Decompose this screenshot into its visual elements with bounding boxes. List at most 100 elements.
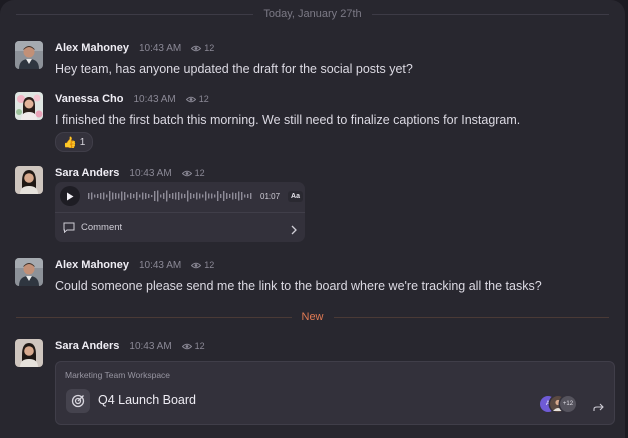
waveform-bar — [136, 192, 138, 200]
avatar[interactable] — [15, 339, 43, 367]
date-divider-label: Today, January 27th — [263, 8, 362, 20]
waveform-bar — [160, 194, 162, 198]
author-name[interactable]: Vanessa Cho — [55, 93, 123, 105]
avatar[interactable] — [15, 92, 43, 120]
play-button[interactable] — [60, 186, 80, 206]
message-text: Could someone please send me the link to… — [55, 279, 542, 293]
waveform-bar — [109, 191, 111, 201]
waveform-bar — [208, 193, 210, 199]
waveform-bar — [157, 190, 159, 202]
view-count: 12 — [181, 341, 205, 351]
waveform-bar — [196, 192, 198, 200]
chat-panel: Today, January 27th Alex Mahoney 10:43 A… — [0, 0, 625, 438]
more-participants-count: +12 — [560, 396, 576, 412]
timestamp: 10:43 AM — [129, 340, 172, 352]
waveform-bar — [172, 193, 174, 199]
view-count: 12 — [191, 260, 214, 270]
waveform-bar — [142, 192, 144, 200]
view-count: 12 — [185, 94, 209, 104]
waveform-bar — [94, 194, 96, 198]
waveform-bar — [190, 193, 192, 199]
author-name[interactable]: Alex Mahoney — [55, 42, 129, 54]
waveform-bar — [139, 194, 141, 198]
waveform-bar — [220, 194, 222, 198]
waveform-bar — [214, 194, 216, 198]
message-item[interactable]: Vanessa Cho 10:43 AM 12 I finished the f… — [15, 92, 609, 156]
participant-avatars[interactable]: A +12 — [540, 396, 580, 412]
avatar[interactable] — [15, 166, 43, 194]
board-link-card[interactable]: Marketing Team Workspace Q4 Launch Board… — [55, 361, 615, 425]
view-count-value: 12 — [194, 341, 205, 351]
waveform-bar — [238, 191, 240, 201]
waveform-bar — [103, 192, 105, 200]
waveform-bar — [178, 192, 180, 200]
author-name[interactable]: Sara Anders — [55, 340, 119, 352]
reaction-count: 1 — [79, 136, 86, 148]
waveform-bar — [145, 193, 147, 199]
eye-icon — [191, 262, 202, 268]
avatar[interactable] — [15, 258, 43, 286]
waveform-bar — [154, 191, 156, 201]
share-arrow-icon[interactable] — [593, 399, 604, 417]
eye-icon — [181, 343, 192, 349]
waveform-bar — [130, 193, 132, 199]
waveform-bar — [166, 190, 168, 202]
view-count: 12 — [181, 168, 205, 178]
waveform-bar — [169, 194, 171, 198]
author-name[interactable]: Sara Anders — [55, 167, 119, 179]
waveform-bar — [229, 194, 231, 198]
audio-duration: 01:07 — [260, 191, 281, 201]
message-item[interactable]: Alex Mahoney 10:43 AM 12 Could someone p… — [15, 258, 609, 293]
waveform-bar — [88, 193, 90, 199]
timestamp: 10:43 AM — [138, 42, 182, 54]
audio-waveform[interactable] — [88, 189, 254, 203]
message-text: Hey team, has anyone updated the draft f… — [55, 62, 413, 76]
waveform-bar — [100, 193, 102, 199]
waveform-bar — [115, 193, 117, 199]
timestamp: 10:43 AM — [133, 93, 176, 105]
waveform-bar — [202, 194, 204, 198]
avatar[interactable] — [15, 41, 43, 69]
waveform-bar — [232, 192, 234, 200]
reaction-chip[interactable]: 👍 1 — [55, 132, 94, 152]
waveform-bar — [241, 192, 243, 200]
message-item[interactable]: Alex Mahoney 10:43 AM 12 Hey team, has a… — [15, 41, 609, 76]
waveform-bar — [226, 193, 228, 199]
waveform-bar — [199, 193, 201, 199]
waveform-bar — [223, 191, 225, 201]
waveform-bar — [133, 194, 135, 198]
new-divider-label: New — [301, 311, 324, 323]
message-text: I finished the first batch this morning.… — [55, 113, 521, 127]
view-count-value: 12 — [204, 43, 215, 53]
view-count-value: 12 — [198, 94, 209, 104]
view-count: 12 — [191, 43, 214, 53]
comment-icon — [63, 222, 75, 233]
board-title[interactable]: Q4 Launch Board — [98, 393, 196, 407]
waveform-bar — [121, 191, 123, 201]
waveform-bar — [250, 193, 252, 199]
voice-message-card: 01:07 Aa Comment — [55, 182, 305, 242]
author-name[interactable]: Alex Mahoney — [55, 259, 129, 271]
eye-icon — [181, 170, 192, 176]
waveform-bar — [205, 191, 207, 201]
comment-label: Comment — [81, 222, 123, 233]
waveform-bar — [175, 192, 177, 200]
waveform-bar — [97, 194, 99, 198]
waveform-bar — [217, 191, 219, 201]
waveform-bar — [124, 192, 126, 200]
view-count-value: 12 — [194, 168, 205, 178]
waveform-bar — [247, 194, 249, 198]
message-item[interactable]: Sara Anders 10:43 AM 12 01:07 Aa Comment — [15, 166, 609, 248]
waveform-bar — [244, 194, 246, 198]
playback-speed-button[interactable]: Aa — [288, 190, 303, 202]
target-icon — [66, 389, 90, 413]
waveform-bar — [193, 194, 195, 198]
message-item[interactable]: Sara Anders 10:43 AM 12 Marketing Team W… — [15, 339, 615, 429]
waveform-bar — [184, 194, 186, 198]
waveform-bar — [181, 193, 183, 199]
timestamp: 10:43 AM — [138, 259, 182, 271]
waveform-bar — [151, 195, 153, 197]
comment-row[interactable]: Comment — [55, 213, 305, 242]
waveform-bar — [148, 194, 150, 198]
waveform-bar — [106, 194, 108, 198]
